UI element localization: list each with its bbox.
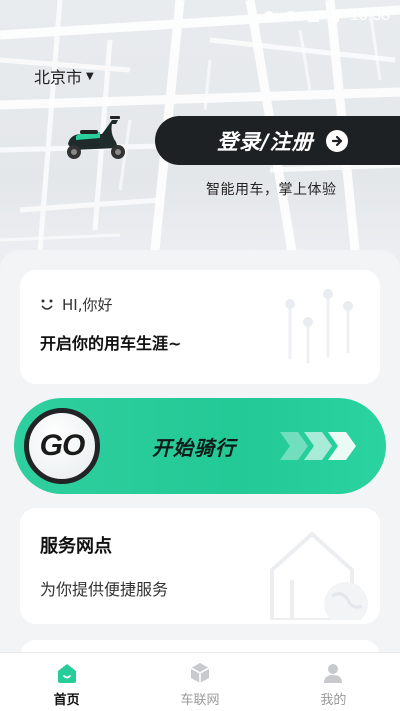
slogan: 智能用车，掌上体验 (206, 182, 337, 198)
status-time: 10:38 (349, 7, 390, 24)
login-register-label: 登录/注册 (217, 129, 314, 154)
city-selector[interactable]: 北京市 ▼ (34, 64, 94, 88)
caret-down-icon: ▼ (86, 70, 94, 82)
greeting-line: HI,你好 (40, 294, 112, 315)
tab-home-label: 首页 (53, 693, 80, 708)
go-badge: GO (24, 408, 100, 484)
status-bar: 10:38 (0, 0, 400, 32)
user-icon (324, 664, 343, 683)
tab-home[interactable]: 首页 (0, 653, 133, 711)
decorative-pins-icon (285, 289, 353, 364)
login-register-button[interactable]: 登录/注册 (155, 116, 400, 165)
start-ride-label: 开始骑行 (152, 436, 236, 460)
greeting-text: HI,你好 (62, 296, 113, 314)
box-icon (190, 663, 210, 683)
arrow-right-icon (325, 129, 348, 152)
start-ride-button[interactable]: GO 开始骑行 (14, 398, 386, 494)
tab-iov[interactable]: 车联网 (133, 653, 266, 711)
service-subtitle: 为你提供便捷服务 (40, 580, 169, 599)
city-label: 北京市 (34, 68, 83, 87)
tab-mine-label: 我的 (320, 693, 347, 708)
signal-icon (263, 11, 274, 21)
tab-iov-label: 车联网 (180, 693, 220, 708)
service-points-card[interactable]: 服务网点 为你提供便捷服务 (20, 508, 380, 624)
smile-icon (41, 299, 53, 310)
greeting-title: 开启你的用车生涯~ (40, 334, 182, 353)
bottom-tab-bar: 首页 车联网 我的 (0, 652, 400, 711)
signal-bars-icon (306, 10, 319, 22)
greeting-card[interactable]: HI,你好 开启你的用车生涯~ (20, 270, 380, 384)
chevrons-right-icon (280, 432, 356, 460)
home-icon (57, 664, 76, 683)
wifi-icon (284, 11, 297, 21)
house-globe-icon (270, 532, 368, 620)
tab-mine[interactable]: 我的 (267, 653, 400, 711)
scooter-icon (67, 116, 125, 159)
service-title: 服务网点 (40, 536, 112, 557)
battery-icon (331, 10, 339, 22)
